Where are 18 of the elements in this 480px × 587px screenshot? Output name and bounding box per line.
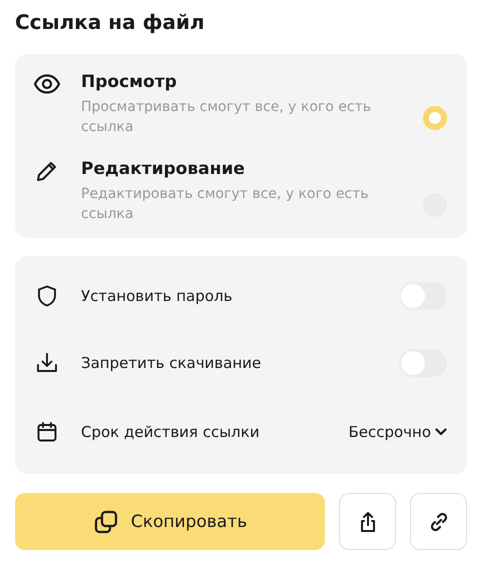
option-label: Редактирование [81,159,246,179]
link-button[interactable] [410,493,467,550]
option-description: Просматривать смогут все, у кого есть ссылка [81,98,372,137]
sheet-title: Ссылка на файл [15,10,206,34]
copy-icon [92,508,119,534]
chevron-icon [435,428,447,436]
radio-button[interactable] [423,106,447,130]
copy-button[interactable]: Скопировать [15,493,325,550]
share-button[interactable] [339,493,396,550]
option-label: Просмотр [81,72,178,92]
setting-label: Запретить скачивание [81,354,262,372]
setting-label: Установить пароль [81,286,234,304]
option-description: Редактировать смогут все, у кого есть ссылка [81,185,370,224]
expiry-dropdown[interactable]: Бессрочно [348,423,447,441]
shield-icon [35,284,59,308]
download-icon [35,350,59,374]
calendar-icon [35,420,59,444]
setting-label: Срок действия ссылки [81,423,260,441]
